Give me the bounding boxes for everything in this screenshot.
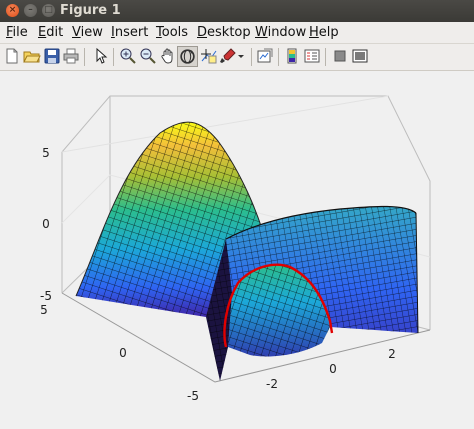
axes-3d[interactable]: 5 0 -5 5 0 -5 -2 0 2 bbox=[0, 71, 474, 425]
hide-plot-tools-icon[interactable] bbox=[331, 47, 349, 65]
menu-help[interactable]: Help bbox=[309, 25, 339, 40]
data-cursor-icon[interactable] bbox=[200, 47, 218, 65]
menu-edit-label: Edit bbox=[38, 25, 64, 40]
minimize-button[interactable]: – bbox=[24, 4, 37, 17]
brush-icon[interactable] bbox=[219, 47, 237, 65]
menu-tools[interactable]: Tools bbox=[156, 25, 188, 40]
menu-insert[interactable]: Insert bbox=[111, 25, 148, 40]
rotate-3d-button[interactable] bbox=[177, 46, 198, 67]
menu-tools-label: Tools bbox=[156, 25, 189, 40]
menu-insert-label: Insert bbox=[111, 25, 149, 40]
menu-file-label: File bbox=[6, 25, 28, 40]
maximize-button[interactable]: □ bbox=[42, 4, 55, 17]
menu-bar: File Edit View Insert Tools Desktop Wind… bbox=[0, 22, 474, 44]
menu-window[interactable]: Window bbox=[255, 25, 306, 40]
maximize-icon: □ bbox=[44, 5, 53, 15]
print-icon[interactable] bbox=[62, 47, 80, 65]
y-tick-label: 0 bbox=[119, 346, 127, 360]
link-plot-icon[interactable] bbox=[256, 47, 274, 65]
figure-window: × – □ Figure 1 File Edit View Insert Too… bbox=[0, 0, 474, 425]
close-icon: × bbox=[8, 5, 17, 15]
toolbar-separator bbox=[278, 48, 279, 66]
menu-view-label: View bbox=[72, 25, 103, 40]
tube-surface bbox=[206, 205, 419, 381]
window-title: Figure 1 bbox=[60, 3, 121, 18]
toolbar-separator bbox=[84, 48, 85, 66]
menu-desktop-label: Desktop bbox=[197, 25, 251, 40]
menu-edit[interactable]: Edit bbox=[38, 25, 63, 40]
rotate-3d-icon bbox=[180, 49, 195, 64]
z-tick-label: 0 bbox=[42, 217, 50, 231]
toolbar-separator bbox=[113, 48, 114, 66]
z-tick-label: -5 bbox=[40, 289, 52, 303]
save-icon[interactable] bbox=[43, 47, 61, 65]
y-tick-label: -5 bbox=[187, 389, 199, 403]
figure-canvas[interactable]: 5 0 -5 5 0 -5 -2 0 2 bbox=[0, 71, 474, 425]
menu-view[interactable]: View bbox=[72, 25, 103, 40]
x-tick-label: 2 bbox=[388, 347, 396, 361]
toolbar-separator bbox=[251, 48, 252, 66]
z-tick-label: 5 bbox=[42, 146, 50, 160]
brush-dropdown-icon[interactable] bbox=[236, 47, 246, 65]
menu-window-label: Window bbox=[255, 25, 307, 40]
open-file-icon[interactable] bbox=[23, 47, 41, 65]
minimize-icon: – bbox=[28, 5, 33, 15]
figure-toolbar bbox=[0, 44, 474, 71]
x-tick-label: -2 bbox=[266, 377, 278, 391]
title-bar: × – □ Figure 1 bbox=[0, 0, 474, 22]
x-tick-label: 0 bbox=[329, 362, 337, 376]
pan-hand-icon[interactable] bbox=[159, 47, 177, 65]
zoom-out-icon[interactable] bbox=[139, 47, 157, 65]
toolbar-separator bbox=[325, 48, 326, 66]
menu-desktop[interactable]: Desktop bbox=[197, 25, 251, 40]
zoom-in-icon[interactable] bbox=[119, 47, 137, 65]
insert-colorbar-icon[interactable] bbox=[283, 47, 301, 65]
close-button[interactable]: × bbox=[6, 4, 19, 17]
grid-top bbox=[61, 95, 389, 153]
menu-file[interactable]: File bbox=[6, 25, 28, 40]
insert-legend-icon[interactable] bbox=[303, 47, 321, 65]
y-tick-label: 5 bbox=[40, 303, 48, 317]
menu-help-label: Help bbox=[309, 25, 339, 40]
edit-plot-arrow-icon[interactable] bbox=[91, 47, 109, 65]
new-figure-icon[interactable] bbox=[3, 47, 21, 65]
show-plot-tools-icon[interactable] bbox=[351, 47, 369, 65]
